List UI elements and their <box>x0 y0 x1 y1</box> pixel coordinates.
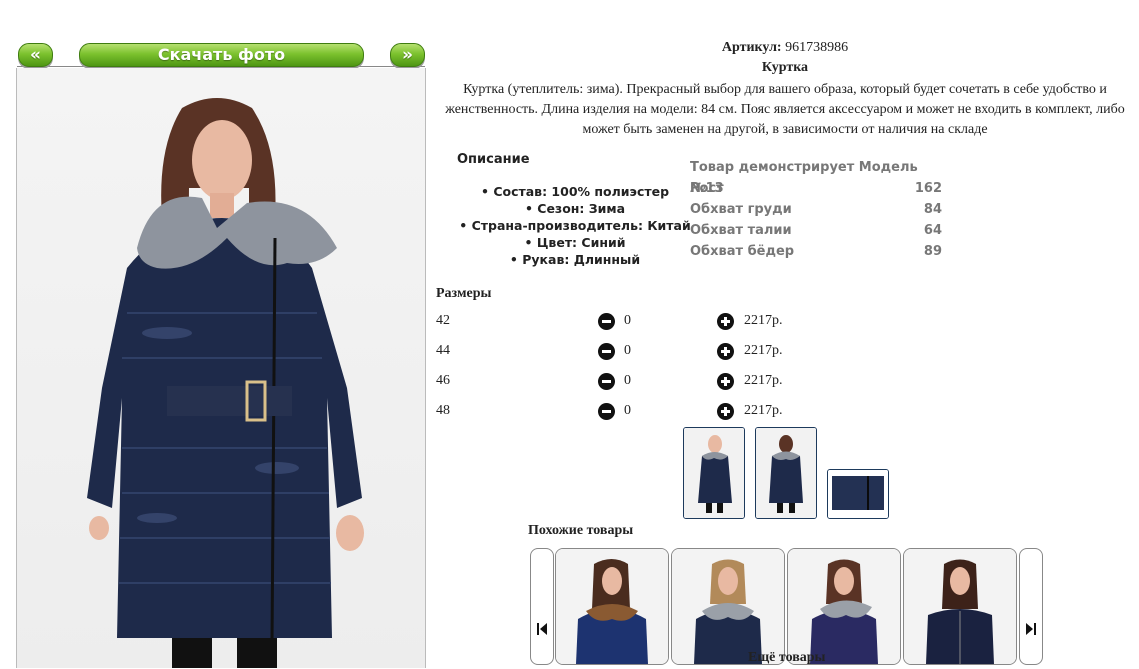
quantity-value: 0 <box>624 373 631 388</box>
model-row-value: 162 <box>914 181 942 196</box>
thumbnail-front-image <box>684 428 744 518</box>
plus-circle-icon[interactable] <box>717 373 734 390</box>
model-row: Рост 162 <box>690 178 942 199</box>
similar-products-heading: Похожие товары <box>528 523 634 538</box>
model-row-label: Рост <box>690 181 724 196</box>
model-title-row: Товар демонстрирует Модель №13 <box>690 157 942 196</box>
carousel-prev-button[interactable] <box>530 548 554 665</box>
download-photo-button[interactable]: Скачать фото <box>79 43 364 67</box>
plus-circle-icon[interactable] <box>717 403 734 420</box>
quantity-value: 0 <box>624 403 631 418</box>
minus-circle-icon[interactable] <box>598 313 615 330</box>
similar-product-card[interactable] <box>671 548 785 665</box>
feature-item: Состав: 100% полиэстер <box>440 183 710 200</box>
sizes-heading: Размеры <box>436 286 492 301</box>
similar-product-image <box>556 549 668 664</box>
skip-forward-icon <box>1026 623 1036 635</box>
skip-back-icon <box>537 623 547 635</box>
feature-list: Состав: 100% полиэстер Сезон: Зима Стран… <box>440 183 710 268</box>
more-products-link[interactable]: Ещё товары <box>748 650 826 666</box>
carousel-next-button[interactable] <box>1019 548 1043 665</box>
model-row: Обхват талии 64 <box>690 220 942 241</box>
thumbnail-detail[interactable] <box>827 469 889 519</box>
price-value: 2217р. <box>744 403 783 418</box>
size-row: 44 0 2217р. <box>436 343 836 373</box>
price-value: 2217р. <box>744 313 783 328</box>
next-photo-button[interactable]: » <box>390 43 425 67</box>
quantity-value: 0 <box>624 343 631 358</box>
model-in-jacket-image <box>87 98 364 668</box>
minus-circle-icon[interactable] <box>598 403 615 420</box>
model-row-label: Обхват бёдер <box>690 244 795 259</box>
size-label: 44 <box>436 343 450 358</box>
sku-value: 961738986 <box>785 40 849 55</box>
size-label: 42 <box>436 313 450 328</box>
model-row: Обхват бёдер 89 <box>690 241 942 262</box>
product-title: Куртка <box>761 60 809 75</box>
size-label: 48 <box>436 403 450 418</box>
model-row: Обхват груди 84 <box>690 199 942 220</box>
thumbnail-back-image <box>756 428 816 518</box>
size-row: 42 0 2217р. <box>436 313 836 343</box>
quantity-value: 0 <box>624 313 631 328</box>
similar-product-card[interactable] <box>555 548 669 665</box>
thumbnail-back[interactable] <box>755 427 817 519</box>
minus-circle-icon[interactable] <box>598 343 615 360</box>
description-heading: Описание <box>457 152 530 167</box>
model-row-label: Обхват груди <box>690 202 792 217</box>
model-row-value: 89 <box>923 244 942 259</box>
similar-product-card[interactable] <box>903 548 1017 665</box>
similar-product-card[interactable] <box>787 548 901 665</box>
price-value: 2217р. <box>744 343 783 358</box>
sku-line: Артикул: 961738986 <box>430 40 1139 56</box>
similar-product-image <box>904 549 1016 664</box>
plus-circle-icon[interactable] <box>717 343 734 360</box>
thumbnail-detail-image <box>828 470 888 518</box>
plus-circle-icon[interactable] <box>717 313 734 330</box>
product-description: Куртка (утеплитель: зима). Прекрасный вы… <box>445 82 1125 137</box>
sku-label: Артикул: <box>721 40 782 55</box>
main-product-photo[interactable] <box>16 68 426 668</box>
model-row-value: 84 <box>923 202 942 217</box>
feature-item: Страна-производитель: Китай <box>440 217 710 234</box>
prev-photo-button[interactable]: « <box>18 43 53 67</box>
minus-circle-icon[interactable] <box>598 373 615 390</box>
model-row-label: Обхват талии <box>690 223 792 238</box>
similar-product-image <box>672 549 784 664</box>
feature-item: Сезон: Зима <box>440 200 710 217</box>
size-label: 46 <box>436 373 450 388</box>
price-value: 2217р. <box>744 373 783 388</box>
feature-item: Цвет: Синий <box>440 234 710 251</box>
model-row-value: 64 <box>923 223 942 238</box>
feature-item: Рукав: Длинный <box>440 251 710 268</box>
thumbnail-front[interactable] <box>683 427 745 519</box>
model-measurements: Товар демонстрирует Модель №13 Рост 162 … <box>690 157 942 262</box>
model-title: Товар демонстрирует Модель №13 <box>690 160 918 196</box>
similar-product-image <box>788 549 900 664</box>
size-row: 46 0 2217р. <box>436 373 836 403</box>
